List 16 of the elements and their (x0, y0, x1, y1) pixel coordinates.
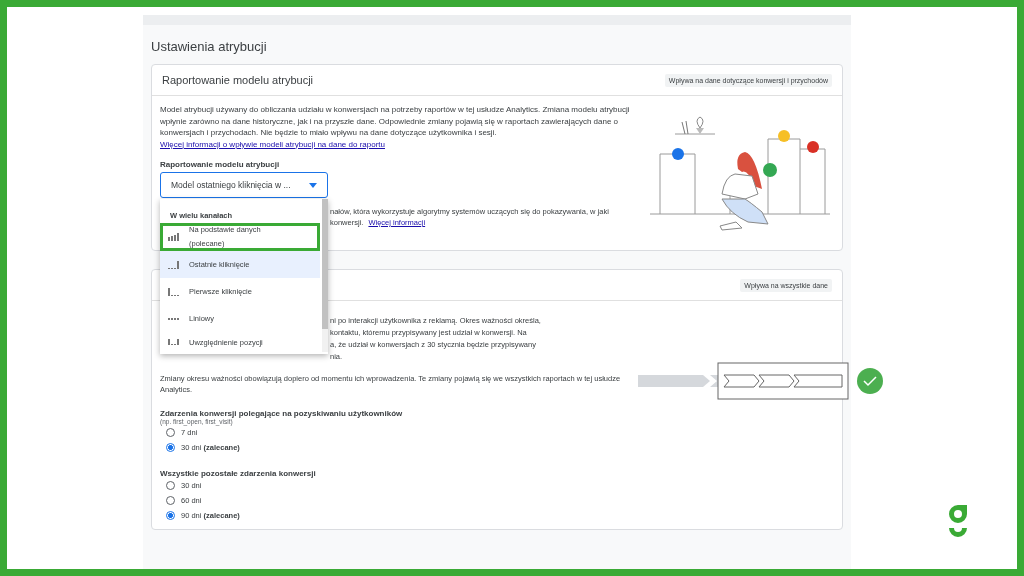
position-bars-icon (168, 339, 179, 345)
page-title: Ustawienia atrybucji (151, 38, 268, 56)
description-text: Model atrybucji używany do obliczania udziału w konwersjach na potrzeby raportów w tej usłudze Analytics. Zmiana modelu atrybucji wpłynie zarówno na dane historyczne, jak i na przyszłe dane. Odpowiednie zmiany pojawią się w raportach zawierających dane o konwersjach i przychodach. Nie będzie to miało wpływu na dane dotyczące użytkownika i sesji. Więcej informacji o wpływie modeli atrybucji na dane do raportu (160, 104, 631, 150)
field-label: Raportowanie modelu atrybucji (160, 160, 281, 169)
scroll-thumb[interactable] (322, 199, 328, 329)
caret-icon (309, 182, 317, 188)
bar-chart-icon (168, 233, 179, 241)
model-select[interactable]: Model ostatniego kliknięcia w ... (160, 172, 328, 198)
group-title: Zdarzenia konwersji polegające na pozyskiwaniu użytkowników (160, 409, 404, 418)
learn-more-link[interactable]: Więcej informacji o wpływie modeli atrybucji na dane do raportu (160, 139, 385, 149)
group-title: Wszystkie pozostałe zdarzenia konwersji (160, 469, 317, 478)
card-title: Raportowanie modelu atrybucji (162, 74, 314, 86)
last-bar-icon (168, 260, 179, 269)
scrollbar[interactable] (322, 199, 328, 352)
first-bar-icon (168, 287, 179, 296)
even-bars-icon (168, 317, 179, 320)
